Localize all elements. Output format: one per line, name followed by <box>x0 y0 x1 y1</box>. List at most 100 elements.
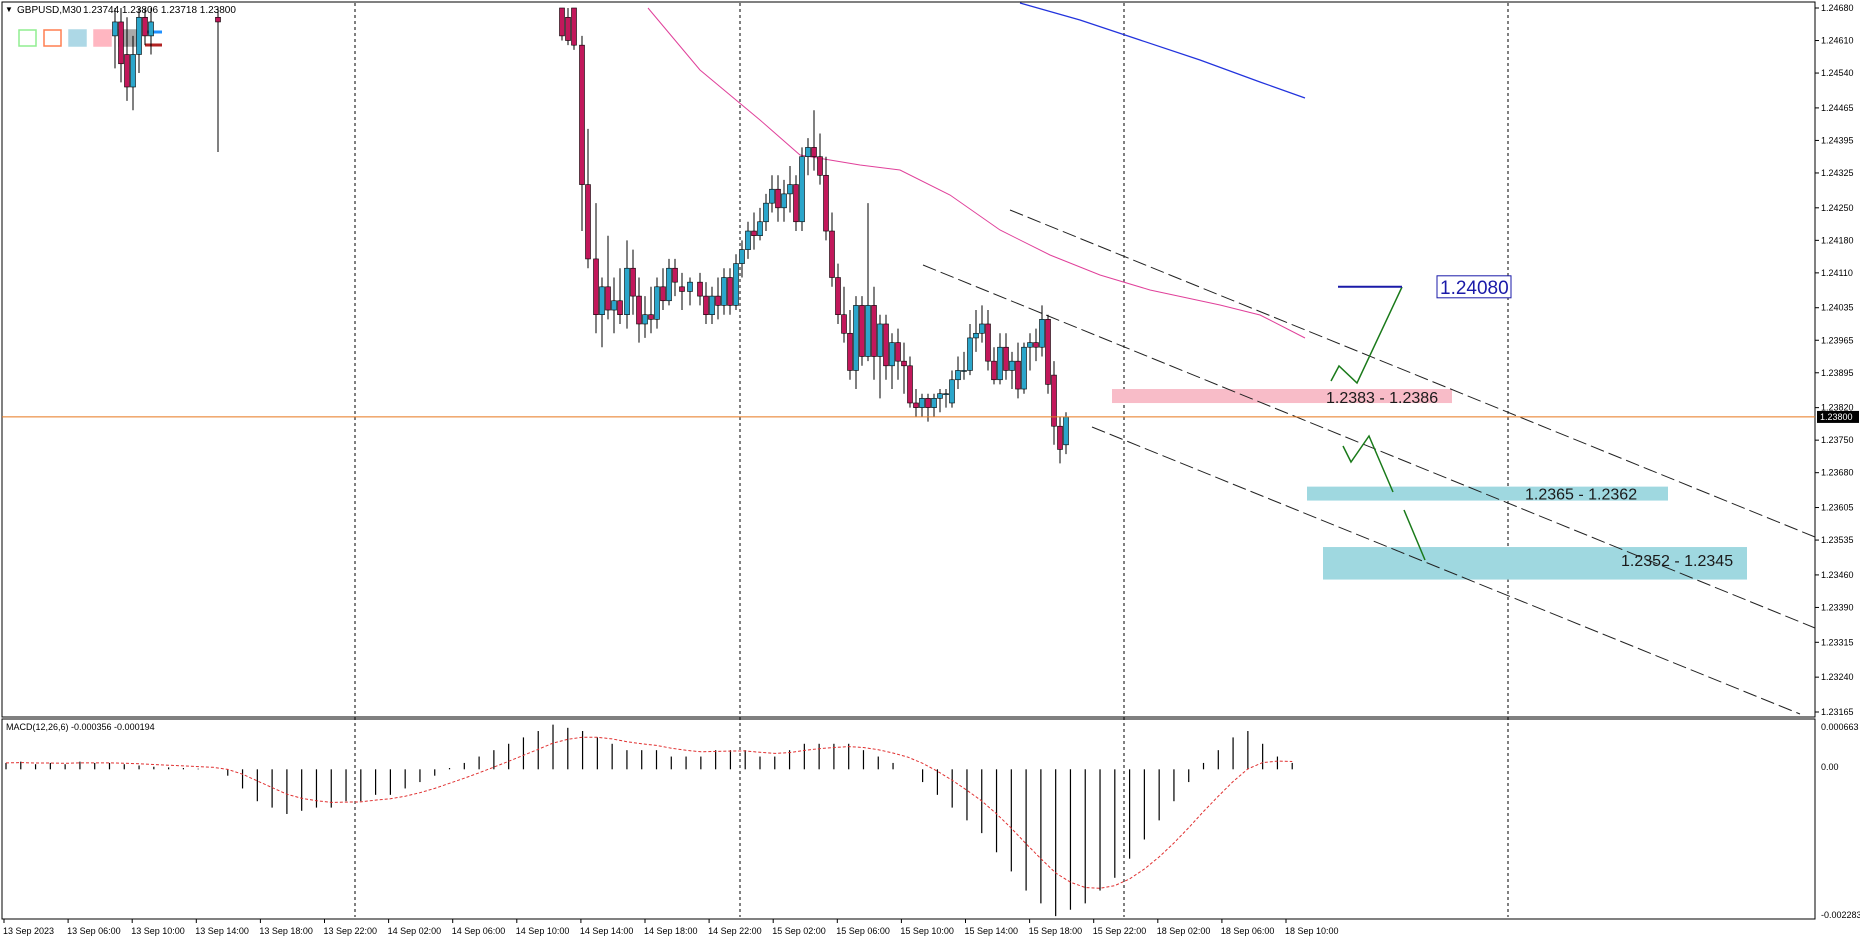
toolbar-swatch <box>93 29 112 47</box>
candle-body <box>636 295 642 325</box>
blue-zone2-label: 1.2352 - 1.2345 <box>1621 553 1733 570</box>
candle-body <box>118 21 124 65</box>
candle-body <box>751 230 757 236</box>
candle-body <box>136 16 142 55</box>
macd-label: MACD(12,26,6) -0.000356 -0.000194 <box>6 722 155 732</box>
candle-body <box>889 342 895 367</box>
candle-body <box>1051 374 1057 427</box>
candle-body <box>1063 416 1069 446</box>
time-tick-label: 15 Sep 18:00 <box>1029 926 1083 936</box>
toolbar-swatch <box>68 29 87 47</box>
candle-body <box>931 398 937 408</box>
time-tick-label: 14 Sep 10:00 <box>516 926 570 936</box>
candle-body <box>973 332 979 339</box>
candle-body <box>733 263 739 306</box>
candle-body <box>847 332 853 371</box>
candle-body <box>799 156 805 223</box>
candle-body <box>937 393 943 399</box>
candle-body <box>781 193 787 209</box>
macd-tick-label: -0.002283 <box>1821 910 1860 920</box>
candle-body <box>1003 346 1009 371</box>
candle-body <box>660 286 666 302</box>
time-tick-label: 14 Sep 22:00 <box>708 926 762 936</box>
price-tick-label: 1.23460 <box>1821 570 1854 580</box>
candle-body <box>124 54 130 88</box>
header-triangle-icon[interactable]: ▼ <box>5 5 13 14</box>
time-tick-label: 13 Sep 2023 <box>3 926 54 936</box>
candle-body <box>1027 342 1033 348</box>
time-tick-label: 15 Sep 06:00 <box>836 926 890 936</box>
candle-body <box>585 184 591 260</box>
price-tick-label: 1.24035 <box>1821 303 1854 313</box>
price-tick-label: 1.23895 <box>1821 368 1854 378</box>
candle-body <box>666 267 672 302</box>
candle-body <box>1057 425 1063 450</box>
blue-zone1-label: 1.2365 - 1.2362 <box>1525 487 1637 504</box>
candle-body <box>130 54 136 88</box>
candle-body <box>611 300 617 311</box>
candle-body <box>605 286 611 311</box>
time-tick-label: 14 Sep 14:00 <box>580 926 634 936</box>
trading-chart[interactable]: 1.24680 1.24610 1.24540 1.24465 1.24395 1.243… <box>0 0 1860 942</box>
candle-body <box>907 365 913 404</box>
candle-body <box>919 398 925 408</box>
macd-axis: 0.000663 0.00 -0.002283 <box>1821 722 1860 920</box>
ohlc-readout: 1.23744 1.23806 1.23718 1.23800 <box>83 5 236 16</box>
candle-body <box>859 305 865 357</box>
candle-body <box>624 267 630 315</box>
candle-body <box>679 286 685 292</box>
candle-body <box>593 258 599 315</box>
time-tick-label: 18 Sep 10:00 <box>1285 926 1339 936</box>
candle-body <box>805 147 811 157</box>
candle-body <box>955 370 961 381</box>
price-tick-label: 1.23165 <box>1821 707 1854 717</box>
candle-body <box>913 402 919 408</box>
candle-body <box>997 346 1003 381</box>
candle-body <box>739 249 745 264</box>
price-tick-label: 1.24110 <box>1821 268 1853 278</box>
candle-body <box>871 305 877 357</box>
candle-body <box>943 393 949 395</box>
time-tick-label: 13 Sep 10:00 <box>131 926 185 936</box>
candle-body <box>721 277 727 306</box>
candle-body <box>1021 346 1027 390</box>
candle-body <box>565 16 571 41</box>
price-tick-label: 1.23750 <box>1821 435 1854 445</box>
time-tick-label: 18 Sep 06:00 <box>1221 926 1275 936</box>
candle-body <box>883 323 889 367</box>
candle-body <box>1033 342 1039 348</box>
candle-body <box>112 21 118 37</box>
price-tick-label: 1.23965 <box>1821 335 1854 345</box>
time-axis: 13 Sep 2023 13 Sep 06:00 13 Sep 10:00 13 Se… <box>3 919 1339 936</box>
candle-body <box>1015 360 1021 390</box>
symbol-label: GBPUSD,M30 <box>17 5 82 16</box>
candle-body <box>775 188 781 209</box>
candle-body <box>579 44 585 185</box>
candle-body <box>757 221 763 236</box>
candle-body <box>829 230 835 278</box>
time-tick-label: 13 Sep 06:00 <box>67 926 121 936</box>
target-label: 1.24080 <box>1440 278 1509 299</box>
price-tick-label: 1.24395 <box>1821 135 1854 145</box>
candle-body <box>687 281 693 292</box>
candle-body <box>1039 319 1045 348</box>
candle-body <box>835 277 841 315</box>
candle-body <box>877 323 883 357</box>
candle-body <box>793 184 799 223</box>
macd-tick-label: 0.00 <box>1821 762 1839 772</box>
price-tick-label: 1.24180 <box>1821 235 1854 245</box>
current-price-tag-text: 1.23800 <box>1820 412 1853 422</box>
candle-body <box>727 277 733 306</box>
time-tick-label: 13 Sep 18:00 <box>259 926 313 936</box>
candle-body <box>697 281 703 297</box>
candle-body <box>703 295 709 315</box>
candle-body <box>1045 319 1051 385</box>
time-tick-label: 14 Sep 18:00 <box>644 926 698 936</box>
price-tick-label: 1.24250 <box>1821 203 1854 213</box>
candle-body <box>985 323 991 362</box>
candle-body <box>642 314 648 325</box>
candle-body <box>865 305 871 357</box>
macd-plot-area[interactable] <box>1 718 1816 920</box>
candle-body <box>967 337 973 371</box>
candle-body <box>979 323 985 334</box>
